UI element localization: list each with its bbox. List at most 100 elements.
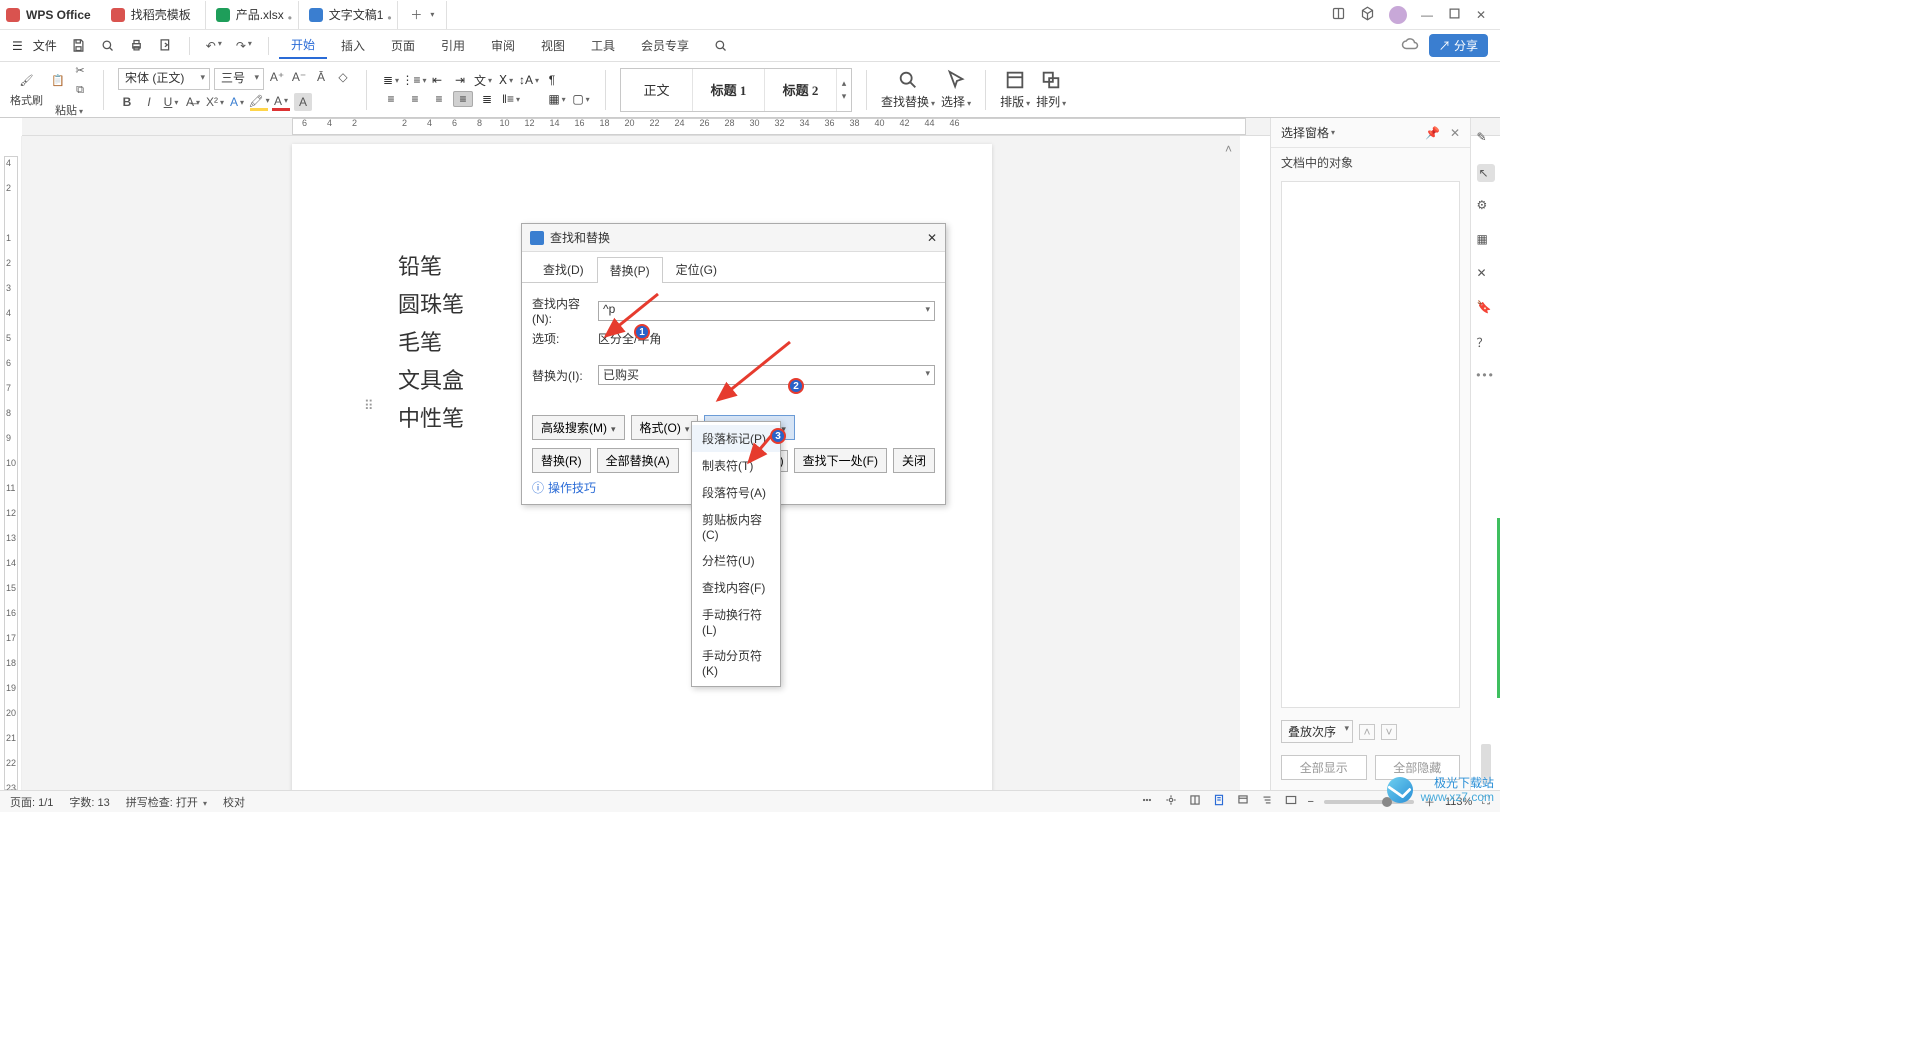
popup-item-column-break[interactable]: 分栏符(U) (692, 547, 780, 574)
tab-close-icon[interactable]: • (288, 11, 294, 17)
bullet-list-icon[interactable]: ≣▾ (381, 72, 401, 88)
menu-insert[interactable]: 插入 (329, 33, 377, 58)
popup-item-paragraph-mark[interactable]: 段落标记(P) (692, 425, 780, 452)
dialog-tab-replace[interactable]: 替换(P) (597, 257, 663, 283)
maximize-icon[interactable] (1447, 6, 1462, 24)
style-strip-icon[interactable]: ▦ (1477, 232, 1495, 250)
zoom-out-icon[interactable]: − (1308, 796, 1314, 808)
text-direction-icon[interactable]: 文▾ (473, 72, 493, 88)
text-effects-icon[interactable]: A▾ (228, 93, 246, 111)
fullscreen-icon[interactable] (1284, 793, 1298, 810)
save-icon[interactable] (71, 38, 86, 53)
box-icon[interactable] (1360, 6, 1375, 24)
menu-view[interactable]: 视图 (529, 33, 577, 58)
format-painter-group[interactable]: 🖌 格式刷 (10, 72, 43, 108)
word-count[interactable]: 字数: 13 (69, 794, 109, 810)
minimize-icon[interactable]: — (1421, 8, 1433, 22)
menu-tools[interactable]: 工具 (579, 33, 627, 58)
distribute-icon[interactable]: ≣ (477, 91, 497, 107)
move-handle-icon[interactable]: ⠿ (364, 398, 374, 414)
bookmark-strip-icon[interactable]: 🔖 (1477, 300, 1495, 318)
highlight-icon[interactable]: 🖍▾ (250, 93, 268, 111)
popup-item-manual-page-break[interactable]: 手动分页符(K) (692, 642, 780, 683)
share-button[interactable]: ↗ 分享 (1429, 34, 1488, 57)
increase-font-icon[interactable]: A⁺ (268, 68, 286, 86)
dialog-close-button[interactable]: 关闭 (893, 448, 935, 473)
menu-home[interactable]: 开始 (279, 32, 327, 59)
selection-pane-list[interactable] (1281, 181, 1460, 708)
popup-item-clipboard[interactable]: 剪贴板内容(C) (692, 506, 780, 547)
replace-all-button[interactable]: 全部替换(A) (597, 448, 679, 473)
dialog-tab-goto[interactable]: 定位(G) (663, 256, 730, 282)
tab-spreadsheet[interactable]: 产品.xlsx • (206, 1, 299, 29)
move-up-icon[interactable]: ˄ (1359, 724, 1375, 740)
tools-strip-icon[interactable]: ✕ (1477, 266, 1495, 284)
cloud-icon[interactable] (1401, 35, 1419, 56)
new-tab-button[interactable]: ＋▾ (398, 1, 447, 29)
user-avatar-icon[interactable] (1389, 6, 1407, 24)
close-panel-icon[interactable]: ✕ (1450, 126, 1460, 140)
dialog-tab-find[interactable]: 查找(D) (530, 256, 597, 282)
char-shading-icon[interactable]: A (294, 93, 312, 111)
show-all-button[interactable]: 全部显示 (1281, 755, 1367, 780)
increase-indent-icon[interactable]: ⇥ (450, 72, 470, 88)
menu-reference[interactable]: 引用 (429, 33, 477, 58)
copy-icon[interactable]: ⧉ (71, 82, 89, 100)
align-justify-icon[interactable]: ≡ (453, 91, 473, 107)
collapse-ruler-icon[interactable]: ˄ (1225, 142, 1232, 156)
pin-icon[interactable]: 📌 (1425, 126, 1440, 140)
stacking-order-combo[interactable]: 叠放次序 (1281, 720, 1353, 743)
vertical-ruler[interactable]: 421234567891011121314151617181920212223 (0, 136, 22, 790)
dialog-titlebar[interactable]: 查找和替换 ✕ (522, 224, 945, 252)
find-replace-group[interactable]: 查找替换▾ (881, 69, 935, 110)
strikethrough-icon[interactable]: A̶▾ (184, 93, 202, 111)
popup-item-paragraph-symbol[interactable]: 段落符号(A) (692, 479, 780, 506)
shading-icon[interactable]: ▦▾ (547, 91, 567, 107)
print-view-icon[interactable] (1212, 793, 1226, 810)
find-next-button[interactable]: 查找下一处(F) (794, 448, 887, 473)
page-indicator[interactable]: 页面: 1/1 (10, 794, 53, 810)
popup-item-tab[interactable]: 制表符(T) (692, 452, 780, 479)
document-content[interactable]: 铅笔 圆珠笔 毛笔 文具盒 中性笔 (398, 248, 464, 438)
advanced-search-button[interactable]: 高级搜索(M) (532, 415, 625, 440)
dialog-close-icon[interactable]: ✕ (927, 231, 937, 245)
close-icon[interactable]: ✕ (1476, 8, 1486, 22)
font-size-combo[interactable]: 三号 (214, 68, 264, 90)
outline-view-icon[interactable] (1260, 793, 1274, 810)
popup-item-manual-line-break[interactable]: 手动换行符(L) (692, 601, 780, 642)
read-view-icon[interactable] (1188, 793, 1202, 810)
move-down-icon[interactable]: ˅ (1381, 724, 1397, 740)
paste-group[interactable]: 📋 ✂ ⧉ 粘贴▾ (49, 62, 89, 118)
proofing-status[interactable]: 校对 (223, 794, 245, 810)
borders-icon[interactable]: ▢▾ (571, 91, 591, 107)
line-spacing-icon[interactable]: ‖≡▾ (501, 91, 521, 107)
settings-strip-icon[interactable]: ⚙ (1477, 198, 1495, 216)
redo-icon[interactable]: ↷▾ (236, 39, 252, 53)
web-view-icon[interactable] (1236, 793, 1250, 810)
find-input[interactable]: ^p (598, 301, 935, 321)
popup-item-find-content[interactable]: 查找内容(F) (692, 574, 780, 601)
numbered-list-icon[interactable]: ⋮≡▾ (404, 72, 424, 88)
search-icon[interactable] (713, 38, 728, 53)
font-color-icon[interactable]: A▾ (272, 93, 290, 111)
reader-mode-icon[interactable] (1331, 6, 1346, 24)
select-group[interactable]: 选择▾ (941, 69, 971, 110)
align-left-icon[interactable]: ≡ (381, 91, 401, 107)
italic-icon[interactable]: I (140, 93, 158, 111)
show-marks-icon[interactable]: ¶ (542, 72, 562, 88)
underline-icon[interactable]: U▾ (162, 93, 180, 111)
font-name-combo[interactable]: 宋体 (正文) (118, 68, 210, 90)
bold-icon[interactable]: B (118, 93, 136, 111)
arrange-group[interactable]: 排列▾ (1036, 69, 1066, 110)
replace-button[interactable]: 替换(R) (532, 448, 591, 473)
superscript-icon[interactable]: X²▾ (206, 93, 224, 111)
undo-icon[interactable]: ↶▾ (206, 39, 222, 53)
asian-layout-icon[interactable]: Ⅹ▾ (496, 72, 516, 88)
clear-format-icon[interactable]: ◇ (334, 68, 352, 86)
style-heading1[interactable]: 标题 1 (693, 69, 765, 111)
tab-templates[interactable]: 找稻壳模板 (101, 1, 206, 29)
print-icon[interactable] (129, 38, 144, 53)
tab-document[interactable]: 文字文稿1 • (299, 1, 399, 29)
style-normal[interactable]: 正文 (621, 69, 693, 111)
export-icon[interactable] (158, 38, 173, 53)
